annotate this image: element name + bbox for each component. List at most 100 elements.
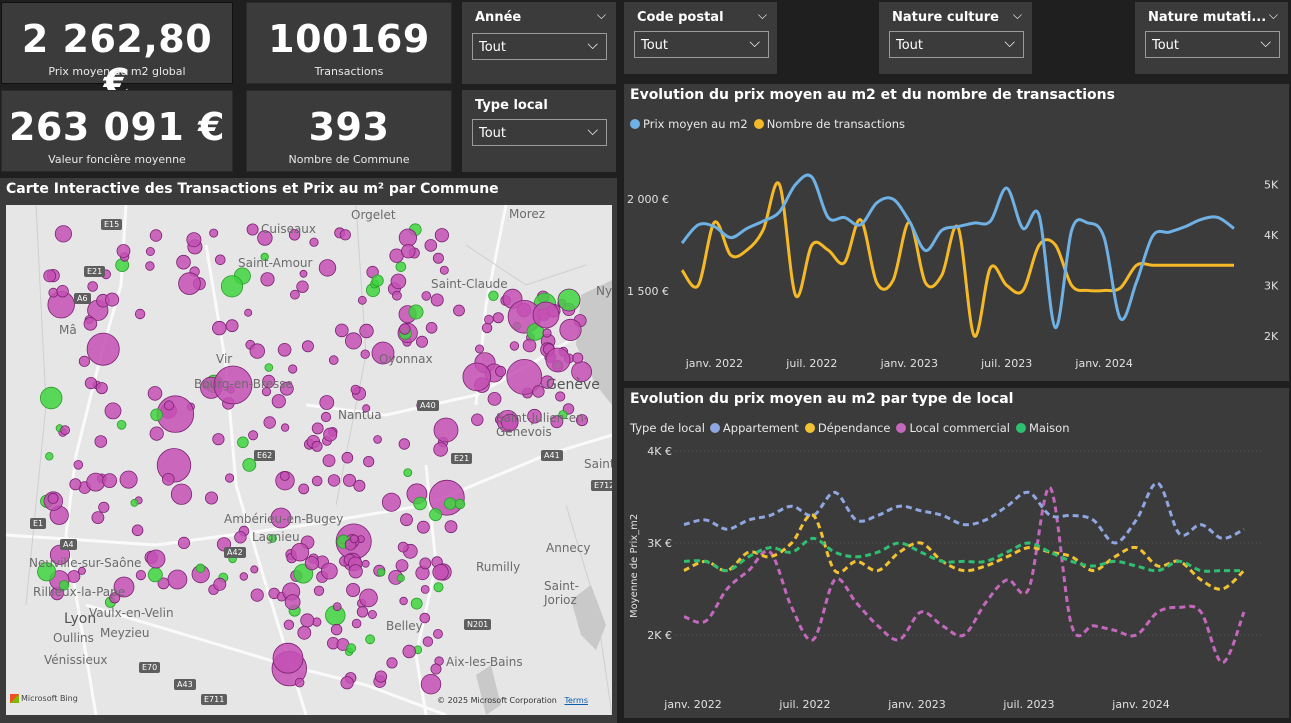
commune-bubble (433, 628, 443, 639)
road-shield: E21 (451, 453, 473, 464)
terms-link[interactable]: Terms (564, 696, 588, 705)
commune-bubble (131, 524, 144, 537)
commune-bubble (509, 341, 520, 351)
commune-bubble (381, 492, 401, 512)
commune-bubble (313, 585, 325, 597)
commune-bubble (346, 643, 357, 654)
chevron-down-icon[interactable]: ⌵ (1269, 8, 1278, 23)
y2-tick-label: 2K (1264, 330, 1279, 343)
commune-bubble (73, 459, 84, 470)
dropdown-value: Tout (896, 38, 924, 53)
commune-bubble (439, 265, 449, 275)
commune-bubble (86, 472, 106, 492)
series-line-local-commercial (683, 486, 1246, 665)
map-label: Mâ (59, 323, 77, 337)
commune-bubble (290, 543, 310, 562)
map-label: Saint-Amour (238, 256, 313, 270)
map-canvas[interactable] (6, 205, 612, 715)
bing-label: Microsoft Bing (21, 694, 78, 703)
commune-bubble (408, 304, 424, 320)
commune-bubble (130, 498, 139, 507)
interactive-map[interactable]: Orgelet Morez Cuiseaux Saint-Amour Saint… (6, 205, 612, 715)
map-label: Orgelet (351, 208, 396, 222)
commune-bubble (421, 291, 432, 301)
commune-bubble (410, 597, 423, 610)
commune-bubble (311, 422, 324, 435)
y-tick-label: 2K € (647, 629, 672, 642)
commune-bubble (147, 567, 163, 583)
commune-bubble (84, 377, 98, 390)
slicer-dropdown[interactable]: Tout ⌵ (472, 33, 607, 60)
commune-bubble (376, 568, 386, 577)
commune-bubble (322, 454, 336, 468)
kpi-transactions[interactable]: 100169 Transactions (246, 2, 452, 84)
commune-bubble (401, 244, 416, 259)
commune-bubble (444, 520, 458, 534)
chevron-down-icon[interactable]: ⌵ (1013, 8, 1022, 23)
map-label: Rillieux-la-Pape (33, 585, 126, 599)
slicer-nature-culture[interactable]: Nature culture ⌵ Tout ⌵ (879, 2, 1032, 74)
chevron-down-icon: ⌵ (587, 37, 598, 53)
commune-bubble (147, 386, 163, 401)
commune-bubble (149, 229, 163, 242)
commune-bubble (263, 416, 276, 429)
commune-bubble (434, 228, 449, 243)
kpi-label: Valeur foncière moyenne (48, 153, 186, 166)
commune-bubble (225, 473, 235, 483)
road-shield: E15 (101, 219, 123, 230)
kpi-prix-moyen[interactable]: 2 262,80 € Prix moyen au m2 global (1, 2, 233, 105)
slicer-dropdown[interactable]: Tout ⌵ (889, 31, 1024, 58)
slicer-dropdown[interactable]: Tout ⌵ (1145, 31, 1280, 58)
commune-bubble (45, 452, 54, 461)
commune-bubble (344, 332, 362, 350)
dropdown-value: Tout (479, 40, 507, 55)
commune-bubble (86, 332, 120, 366)
commune-bubble (309, 237, 319, 247)
map-label: Saint-Julien-en-Genevois (496, 411, 589, 439)
map-label: Vaulx-en-Velin (89, 606, 174, 620)
map-label: Ambérieu-en-Bugey (224, 512, 344, 526)
kpi-valeur-fonciere[interactable]: 263 091 € Valeur foncière moyenne (1, 90, 233, 172)
commune-bubble (402, 644, 416, 659)
chevron-down-icon[interactable]: ⌵ (758, 8, 767, 23)
slicer-title: Nature culture (892, 10, 999, 25)
commune-bubble (474, 344, 484, 354)
x-tick-label: janv. 2022 (685, 357, 743, 370)
map-label: Annecy (546, 541, 591, 555)
commune-bubble (149, 426, 164, 441)
commune-bubble (279, 471, 290, 481)
commune-bubble (429, 508, 443, 522)
y2-tick-label: 3K (1264, 279, 1279, 292)
chart-prix-transactions[interactable]: 1 500 € 2 000 € 2K 3K 4K 5K janv. 2022 juil. 20… (624, 84, 1289, 381)
commune-bubble (373, 435, 382, 444)
x-tick-label: juil. 2022 (778, 698, 830, 711)
y-tick-label: 3K € (647, 537, 672, 550)
map-label: Lagnieu (252, 530, 300, 544)
slicer-type-local[interactable]: Type local Tout ⌵ (462, 90, 616, 172)
commune-bubble (363, 456, 375, 468)
commune-bubble (484, 314, 494, 325)
slicer-dropdown[interactable]: Tout ⌵ (634, 31, 769, 58)
slicer-annee[interactable]: Année ⌵ Tout ⌵ (462, 2, 616, 84)
slicer-nature-mutation[interactable]: Nature mutati... ⌵ Tout ⌵ (1135, 2, 1288, 74)
slicer-dropdown[interactable]: Tout ⌵ (472, 119, 607, 146)
commune-bubble (432, 252, 444, 264)
y-tick-label: 2 000 € (627, 193, 669, 206)
commune-bubble (301, 340, 314, 353)
commune-bubble (234, 531, 247, 544)
road-shield: A40 (417, 400, 439, 411)
commune-bubble (367, 609, 377, 619)
bing-icon (10, 694, 19, 703)
commune-bubble (145, 261, 155, 271)
chart-type-local[interactable]: 2K € 3K € 4K € Moyenne de Prix_m2 janv. 2022… (624, 388, 1289, 718)
commune-bubble (43, 269, 57, 283)
commune-bubble (177, 536, 191, 549)
map-label: Saint (584, 457, 612, 471)
bing-logo: Microsoft Bing (10, 694, 78, 703)
map-label: Aix-les-Bains (446, 655, 523, 669)
chevron-down-icon[interactable]: ⌵ (597, 8, 606, 23)
kpi-communes[interactable]: 393 Nombre de Commune (246, 90, 452, 172)
commune-bubble (487, 391, 502, 406)
map-label: Cuiseaux (261, 222, 317, 236)
slicer-code-postal[interactable]: Code postal ⌵ Tout ⌵ (624, 2, 777, 74)
